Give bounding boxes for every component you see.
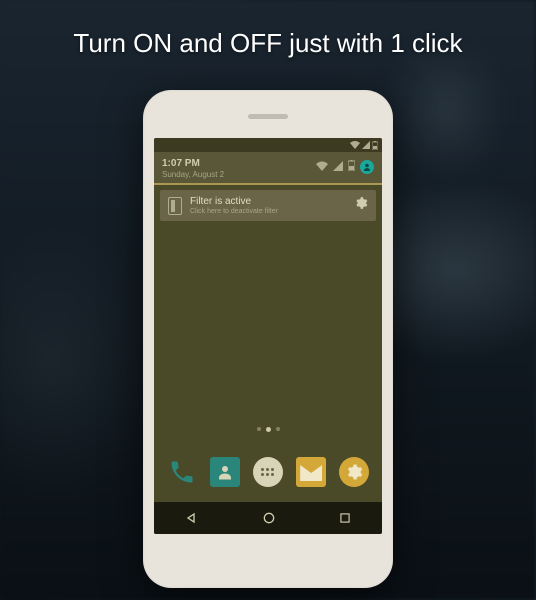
status-time: 1:07 PM (162, 158, 224, 169)
headline-text: Turn ON and OFF just with 1 click (0, 28, 536, 59)
page-indicator (154, 427, 382, 432)
phone-speaker (248, 114, 288, 119)
contacts-app-icon[interactable] (208, 455, 242, 489)
background-light (406, 60, 486, 160)
status-date: Sunday, August 2 (162, 170, 224, 179)
status-bar (154, 138, 382, 152)
shade-header: 1:07 PM Sunday, August 2 (162, 158, 374, 179)
navigation-bar (154, 502, 382, 534)
notification-title: Filter is active (190, 196, 346, 207)
profile-icon[interactable] (360, 160, 374, 174)
notification-card[interactable]: Filter is active Click here to deactivat… (160, 190, 376, 221)
dock (154, 442, 382, 502)
phone-screen: 1:07 PM Sunday, August 2 (154, 138, 382, 534)
signal-icon (362, 141, 370, 149)
settings-app-icon[interactable] (337, 455, 371, 489)
page-dot-active (266, 427, 271, 432)
notification-shade[interactable]: 1:07 PM Sunday, August 2 (154, 152, 382, 185)
messages-app-icon[interactable] (294, 455, 328, 489)
home-button[interactable] (261, 510, 277, 526)
phone-frame: 1:07 PM Sunday, August 2 (143, 90, 393, 588)
page-dot (276, 427, 280, 431)
wifi-toggle-icon[interactable] (316, 158, 328, 176)
battery-shade-icon (348, 158, 355, 176)
battery-icon (372, 141, 378, 150)
recent-button[interactable] (338, 511, 352, 525)
back-button[interactable] (184, 510, 200, 526)
phone-app-icon[interactable] (165, 455, 199, 489)
signal-shade-icon (333, 158, 343, 176)
filter-app-icon (168, 197, 182, 215)
wifi-icon (350, 141, 360, 149)
gear-icon[interactable] (354, 196, 368, 215)
app-drawer-icon[interactable] (251, 455, 285, 489)
notification-subtitle: Click here to deactivate filter (190, 208, 346, 215)
page-dot (257, 427, 261, 431)
